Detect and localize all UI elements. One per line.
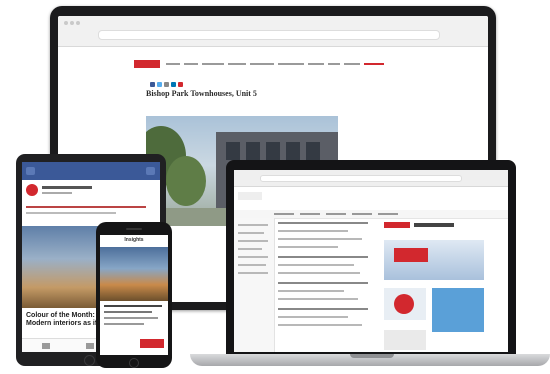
twitter-icon[interactable] [157,82,162,87]
address-bar[interactable] [260,175,462,182]
browser-chrome [234,170,508,187]
nav-item[interactable] [278,63,304,65]
nav-item[interactable] [184,63,198,65]
post-text [26,206,146,208]
laptop-device [226,160,516,356]
speaker-icon [126,228,142,230]
browser-chrome [58,16,488,47]
ad-tile[interactable] [384,288,426,320]
ad-banner-red[interactable] [394,248,428,262]
article-list [278,222,378,352]
window-dot [70,21,74,25]
nav-item-highlight[interactable] [364,63,384,65]
nav-item[interactable] [326,213,346,215]
page-subtitle [42,192,72,194]
ad-tile[interactable] [432,288,484,332]
nav-item[interactable] [328,63,340,65]
email-icon[interactable] [164,82,169,87]
site-logo[interactable] [134,60,160,68]
window-dot [64,21,68,25]
phone-screen: Insights [100,235,168,355]
phone-title: Insights [124,237,144,243]
linkedin-icon[interactable] [171,82,176,87]
nav-item[interactable] [274,213,294,215]
like-icon[interactable] [42,343,50,349]
phone-text [104,311,152,313]
nav-item[interactable] [352,213,372,215]
site-nav [134,60,424,68]
phone-text [104,317,158,319]
page-header [26,184,156,200]
ad-tile[interactable] [384,330,426,350]
menu-icon[interactable] [26,167,35,175]
comment-icon[interactable] [86,343,94,349]
site-logo[interactable] [238,192,262,200]
home-button[interactable] [129,358,139,368]
phone-text [104,305,162,307]
article-title: Bishop Park Townhouses, Unit 5 [146,89,257,98]
window-dot [76,21,80,25]
facebook-top-bar [22,162,160,180]
phone-text [104,323,144,325]
nav-item[interactable] [228,63,246,65]
ad-logo[interactable] [384,220,458,230]
phone-image[interactable] [100,247,168,301]
site-nav [234,210,508,219]
home-button[interactable] [84,355,95,366]
address-bar[interactable] [98,30,440,40]
phone-device: Insights [96,222,172,368]
nav-item[interactable] [300,213,320,215]
sidebar [234,218,275,352]
laptop-screen [234,170,508,352]
facebook-icon[interactable] [150,82,155,87]
nav-item[interactable] [250,63,274,65]
page-avatar[interactable] [26,184,38,196]
nav-item[interactable] [166,63,180,65]
page-name[interactable] [42,186,92,189]
nav-item[interactable] [344,63,360,65]
nav-item[interactable] [202,63,224,65]
post-text [26,212,116,214]
phone-red-banner[interactable] [140,339,164,348]
nav-item[interactable] [308,63,324,65]
laptop-notch [350,354,394,358]
nav-item[interactable] [378,213,398,215]
search-icon[interactable] [146,167,155,175]
pinterest-icon[interactable] [178,82,183,87]
